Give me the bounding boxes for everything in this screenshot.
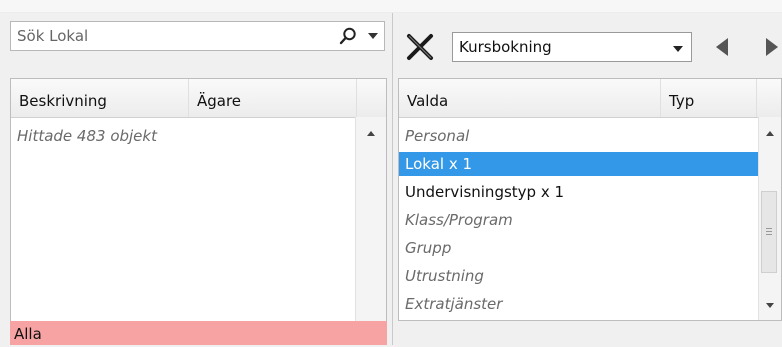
chevron-down-icon[interactable] xyxy=(673,46,683,52)
grip-line xyxy=(766,234,772,235)
column-header-beskrivning[interactable]: Beskrivning xyxy=(11,79,189,117)
filter-all-row[interactable]: Alla xyxy=(10,321,387,345)
list-item-undervisningstyp[interactable]: Undervisningstyp x 1 xyxy=(399,180,761,204)
scroll-up-icon[interactable] xyxy=(766,131,774,136)
previous-arrow-icon[interactable] xyxy=(716,38,728,56)
clear-icon[interactable] xyxy=(403,32,437,62)
booking-type-select[interactable]: Kursbokning xyxy=(452,32,692,62)
selected-list[interactable]: Valda Typ Personal Lokal x 1 Undervisnin… xyxy=(398,78,782,321)
grip-line xyxy=(766,231,772,232)
list-item-lokal[interactable]: Lokal x 1 xyxy=(399,152,761,176)
grip-line xyxy=(766,228,772,229)
search-input[interactable]: Sök Lokal xyxy=(10,21,385,51)
scrollbar-thumb[interactable] xyxy=(761,191,777,273)
next-arrow-icon[interactable] xyxy=(766,38,778,56)
list-item-personal[interactable]: Personal xyxy=(399,124,761,148)
selected-list-scrollbar[interactable] xyxy=(758,117,781,320)
selected-list-header: Valda Typ xyxy=(399,79,781,118)
scroll-up-icon[interactable] xyxy=(367,131,375,136)
column-header-agare[interactable]: Ägare xyxy=(189,79,357,117)
result-count-text: Hittade 483 objekt xyxy=(17,127,157,145)
search-icon[interactable] xyxy=(338,26,358,46)
list-item-klass-program[interactable]: Klass/Program xyxy=(399,208,761,232)
list-item-extratjanster[interactable]: Extratjänster xyxy=(399,292,761,316)
search-input-value: Sök Lokal xyxy=(17,27,89,45)
scroll-down-icon[interactable] xyxy=(766,303,774,308)
list-item-grupp[interactable]: Grupp xyxy=(399,236,761,260)
list-item-utrustning[interactable]: Utrustning xyxy=(399,264,761,288)
object-list-scrollbar[interactable] xyxy=(355,117,386,342)
object-list-header: Beskrivning Ägare xyxy=(11,79,386,118)
column-header-typ[interactable]: Typ xyxy=(661,79,757,117)
search-dropdown-icon[interactable] xyxy=(368,33,378,39)
booking-type-value: Kursbokning xyxy=(459,38,552,56)
column-header-valda[interactable]: Valda xyxy=(399,79,661,117)
top-strip xyxy=(0,0,782,13)
object-list[interactable]: Beskrivning Ägare Hittade 483 objekt xyxy=(10,78,387,343)
